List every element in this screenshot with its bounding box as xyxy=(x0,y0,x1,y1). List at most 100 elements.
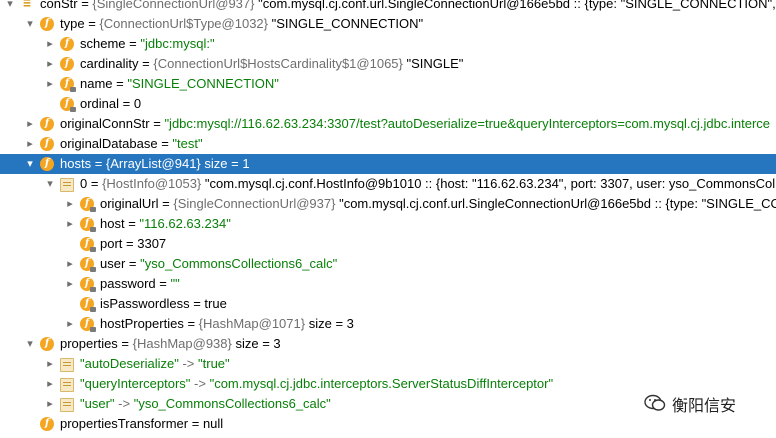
field-name: host xyxy=(100,216,125,231)
expand-arrow-icon[interactable]: ▸ xyxy=(44,74,56,94)
tree-row-text: 0 = {HostInfo@1053} "com.mysql.cj.conf.H… xyxy=(80,174,776,194)
object-ref: {ConnectionUrl$HostsCardinality$1@1065} xyxy=(153,56,403,71)
field-icon: f xyxy=(60,57,74,71)
tree-row[interactable]: ▸ "autoDeserialize" -> "true" xyxy=(0,354,776,374)
tree-row[interactable]: ▸ f hostProperties = {HashMap@1071} size =… xyxy=(0,314,776,334)
tree-row[interactable]: ▸ f scheme = "jdbc:mysql:" xyxy=(0,34,776,54)
tree-row-text: hosts = {ArrayList@941} size = 1 xyxy=(60,156,250,171)
expand-arrow-icon[interactable]: ▸ xyxy=(44,374,56,394)
field-name: originalUrl xyxy=(100,196,159,211)
expand-arrow-icon[interactable]: ▸ xyxy=(64,214,76,234)
object-ref: {ConnectionUrl$Type@1032} xyxy=(99,16,268,31)
tree-row-text: user = "yso_CommonsCollections6_calc" xyxy=(100,256,338,271)
object-ref: {HostInfo@1053} xyxy=(102,176,202,191)
final-field-icon: f xyxy=(60,97,76,112)
collapse-arrow-icon[interactable]: ▾ xyxy=(24,14,36,34)
final-field-icon: f xyxy=(60,77,76,92)
field-value: "yso_CommonsCollections6_calc" xyxy=(133,396,331,411)
field-name: properties xyxy=(60,336,118,351)
collapse-arrow-icon[interactable]: ▾ xyxy=(24,154,36,174)
final-field-icon: f xyxy=(80,277,96,292)
tree-row-text: scheme = "jdbc:mysql:" xyxy=(80,36,215,51)
tree-row[interactable]: f port = 3307 xyxy=(0,234,776,254)
field-icon: f xyxy=(40,17,54,31)
tree-row[interactable]: ▸ f originalUrl = {SingleConnectionUrl@937… xyxy=(0,194,776,214)
tree-row-text: port = 3307 xyxy=(100,236,167,251)
tree-row[interactable]: ▾ ≡ conStr = {SingleConnectionUrl@937} "co… xyxy=(0,0,776,14)
map-arrow: -> xyxy=(182,356,195,371)
field-value: "true" xyxy=(198,356,230,371)
field-name: isPasswordless xyxy=(100,296,190,311)
final-field-icon: f xyxy=(80,297,96,312)
watermark-text: 衡阳信安 xyxy=(672,396,737,415)
tree-row[interactable]: ▸ f user = "yso_CommonsCollections6_calc" xyxy=(0,254,776,274)
tree-row-text: "user" -> "yso_CommonsCollections6_calc" xyxy=(80,394,331,414)
expand-arrow-icon[interactable]: ▸ xyxy=(44,34,56,54)
tree-row-text: originalConnStr = "jdbc:mysql://116.62.6… xyxy=(60,116,771,131)
tree-row[interactable]: f isPasswordless = true xyxy=(0,294,776,314)
tree-row[interactable]: ▸ "queryInterceptors" -> "com.mysql.cj.jd… xyxy=(0,374,776,394)
expand-arrow-icon[interactable]: ▸ xyxy=(24,114,36,134)
field-value: "com.mysql.cj.jdbc.interceptors.ServerSt… xyxy=(209,376,554,391)
collapse-arrow-icon[interactable]: ▾ xyxy=(4,0,16,14)
tree-row-text: isPasswordless = true xyxy=(100,296,227,311)
field-value: "SINGLE_CONNECTION" xyxy=(127,76,279,91)
final-field-icon: f xyxy=(80,257,96,272)
final-field-icon: f xyxy=(80,317,96,332)
field-value: "SINGLE" xyxy=(406,56,464,71)
tree-row-text: cardinality = {ConnectionUrl$HostsCardin… xyxy=(80,56,464,71)
tree-row[interactable]: ▸ f name = "SINGLE_CONNECTION" xyxy=(0,74,776,94)
field-name: propertiesTransformer xyxy=(60,416,189,431)
field-name: hostProperties xyxy=(100,316,184,331)
collapse-arrow-icon[interactable]: ▾ xyxy=(44,174,56,194)
field-name: "user" xyxy=(80,396,115,411)
field-name: port xyxy=(100,236,123,251)
tree-row-text: originalUrl = {SingleConnectionUrl@937} … xyxy=(100,194,776,214)
tree-row-text: type = {ConnectionUrl$Type@1032} "SINGLE… xyxy=(60,16,424,31)
expand-arrow-icon[interactable]: ▸ xyxy=(64,194,76,214)
expand-arrow-icon[interactable]: ▸ xyxy=(44,354,56,374)
final-field-icon: f xyxy=(80,217,96,232)
map-arrow: -> xyxy=(194,376,206,391)
tree-row[interactable]: ▸ f password = "" xyxy=(0,274,776,294)
tree-row-text: hostProperties = {HashMap@1071} size = 3 xyxy=(100,316,354,331)
field-value: "test" xyxy=(172,136,203,151)
expand-arrow-icon[interactable]: ▸ xyxy=(64,314,76,334)
field-name: conStr xyxy=(40,0,78,11)
object-ref: {SingleConnectionUrl@937} xyxy=(173,196,336,211)
field-value: size = 1 xyxy=(204,156,250,171)
tree-row[interactable]: ▸ f host = "116.62.63.234" xyxy=(0,214,776,234)
object-ref: {SingleConnectionUrl@937} xyxy=(92,0,255,11)
object-ref: {HashMap@1071} xyxy=(198,316,306,331)
tree-row[interactable]: ▸ f originalDatabase = "test" xyxy=(0,134,776,154)
field-value: "" xyxy=(170,276,180,291)
field-icon: f xyxy=(40,157,54,171)
expand-arrow-icon[interactable]: ▸ xyxy=(24,134,36,154)
tree-row[interactable]: ▾ f type = {ConnectionUrl$Type@1032} "SING… xyxy=(0,14,776,34)
tree-row[interactable]: ▸ f cardinality = {ConnectionUrl$HostsCard… xyxy=(0,54,776,74)
field-name: name xyxy=(80,76,113,91)
field-name: type xyxy=(60,16,85,31)
tree-row-text: ordinal = 0 xyxy=(80,96,142,111)
field-value: "jdbc:mysql:" xyxy=(140,36,215,51)
expand-arrow-icon[interactable]: ▸ xyxy=(44,394,56,414)
field-value: "yso_CommonsCollections6_calc" xyxy=(140,256,338,271)
object-ref: {HashMap@938} xyxy=(132,336,232,351)
tree-row[interactable]: ▾ f hosts = {ArrayList@941} size = 1 xyxy=(0,154,776,174)
field-name: cardinality xyxy=(80,56,139,71)
collapse-arrow-icon[interactable]: ▾ xyxy=(24,334,36,354)
wechat-icon xyxy=(644,393,666,421)
field-name: password xyxy=(100,276,156,291)
expand-arrow-icon[interactable]: ▸ xyxy=(44,54,56,74)
expand-arrow-icon[interactable]: ▸ xyxy=(64,254,76,274)
tree-row[interactable]: ▸ f originalConnStr = "jdbc:mysql://116.62… xyxy=(0,114,776,134)
field-value: "com.mysql.cj.conf.url.SingleConnectionU… xyxy=(339,196,776,211)
tree-row[interactable]: ▾ f properties = {HashMap@938} size = 3 xyxy=(0,334,776,354)
tree-row[interactable]: f ordinal = 0 xyxy=(0,94,776,114)
entry-icon xyxy=(60,358,74,372)
tree-row-text: password = "" xyxy=(100,276,180,291)
expand-arrow-icon[interactable]: ▸ xyxy=(64,274,76,294)
tree-row[interactable]: ▾ 0 = {HostInfo@1053} "com.mysql.cj.conf.… xyxy=(0,174,776,194)
field-icon: f xyxy=(40,337,54,351)
tree-row-text: host = "116.62.63.234" xyxy=(100,216,231,231)
